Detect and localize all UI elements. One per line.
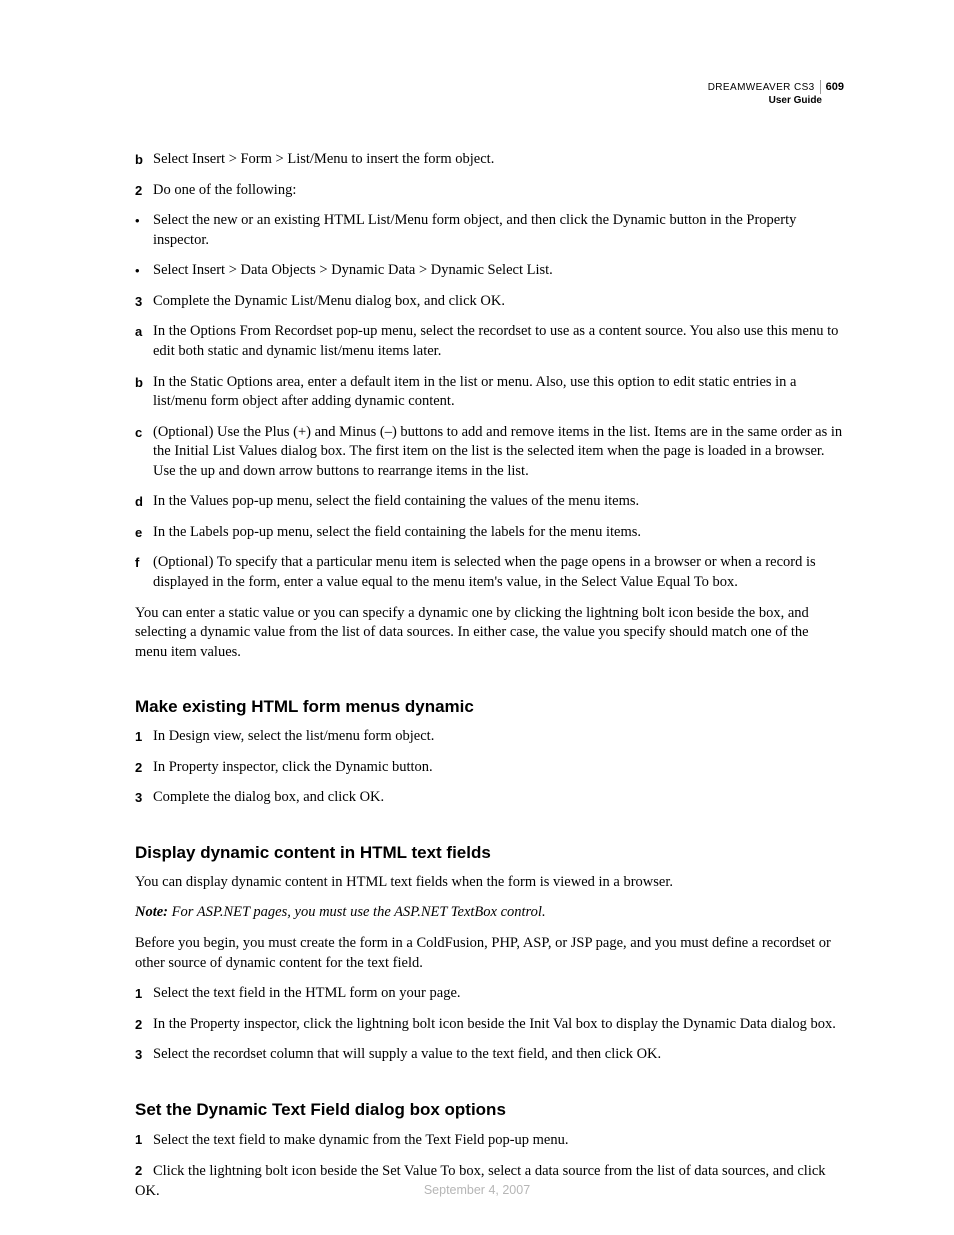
step-text: In the Labels pop-up menu, select the fi… xyxy=(153,523,844,543)
step-2: 2 In the Property inspector, click the l… xyxy=(135,1015,844,1035)
bullet-marker: • xyxy=(135,261,153,281)
step-marker: 3 xyxy=(135,788,153,808)
step-1: 1 Select the text field in the HTML form… xyxy=(135,984,844,1004)
step-marker: 2 xyxy=(135,181,153,201)
note: Note: For ASP.NET pages, you must use th… xyxy=(135,903,844,923)
bullet-text: Select the new or an existing HTML List/… xyxy=(153,211,844,250)
step-marker: c xyxy=(135,423,153,482)
step-marker: 2 xyxy=(135,1015,153,1035)
note-label: Note: xyxy=(135,904,168,920)
bullet-text: Select Insert > Data Objects > Dynamic D… xyxy=(153,261,844,281)
product-name: DREAMWEAVER CS3 xyxy=(708,81,815,94)
substep-d: d In the Values pop-up menu, select the … xyxy=(135,492,844,512)
before-paragraph: Before you begin, you must create the fo… xyxy=(135,934,844,973)
section-heading-make-dynamic: Make existing HTML form menus dynamic xyxy=(135,696,844,719)
step-text: Select the recordset column that will su… xyxy=(153,1045,844,1065)
step-3: 3 Complete the Dynamic List/Menu dialog … xyxy=(135,292,844,312)
closing-paragraph: You can enter a static value or you can … xyxy=(135,604,844,663)
step-marker: 1 xyxy=(135,984,153,1004)
step-marker: 3 xyxy=(135,292,153,312)
step-text: (Optional) To specify that a particular … xyxy=(153,553,844,592)
bullet-item: • Select Insert > Data Objects > Dynamic… xyxy=(135,261,844,281)
step-text: Do one of the following: xyxy=(153,181,844,201)
substep-e: e In the Labels pop-up menu, select the … xyxy=(135,523,844,543)
step-1b: b Select Insert > Form > List/Menu to in… xyxy=(135,150,844,170)
footer-date: September 4, 2007 xyxy=(0,1182,954,1199)
step-text: In Property inspector, click the Dynamic… xyxy=(153,758,844,778)
substep-c: c (Optional) Use the Plus (+) and Minus … xyxy=(135,423,844,482)
section-heading-display-dynamic: Display dynamic content in HTML text fie… xyxy=(135,842,844,865)
step-2: 2 In Property inspector, click the Dynam… xyxy=(135,758,844,778)
bullet-marker: • xyxy=(135,211,153,250)
bullet-item: • Select the new or an existing HTML Lis… xyxy=(135,211,844,250)
step-marker: f xyxy=(135,553,153,592)
step-text: In the Property inspector, click the lig… xyxy=(153,1015,844,1035)
step-text: Complete the Dynamic List/Menu dialog bo… xyxy=(153,292,844,312)
step-text: (Optional) Use the Plus (+) and Minus (–… xyxy=(153,423,844,482)
step-2: 2 Do one of the following: xyxy=(135,181,844,201)
main-content: b Select Insert > Form > List/Menu to in… xyxy=(135,150,844,1201)
step-marker: e xyxy=(135,523,153,543)
step-text: Complete the dialog box, and click OK. xyxy=(153,788,844,808)
step-text: In Design view, select the list/menu for… xyxy=(153,727,844,747)
step-3: 3 Select the recordset column that will … xyxy=(135,1045,844,1065)
note-body: For ASP.NET pages, you must use the ASP.… xyxy=(168,904,546,920)
substep-f: f (Optional) To specify that a particula… xyxy=(135,553,844,592)
step-3: 3 Complete the dialog box, and click OK. xyxy=(135,788,844,808)
step-marker: 2 xyxy=(135,758,153,778)
substep-b: b In the Static Options area, enter a de… xyxy=(135,373,844,412)
section-heading-set-options: Set the Dynamic Text Field dialog box op… xyxy=(135,1099,844,1122)
step-text: In the Values pop-up menu, select the fi… xyxy=(153,492,844,512)
step-marker: 2 xyxy=(135,1161,153,1180)
running-header: DREAMWEAVER CS3 609 User Guide xyxy=(708,80,844,107)
step-text: Select the text field to make dynamic fr… xyxy=(153,1132,569,1148)
step-text: In the Options From Recordset pop-up men… xyxy=(153,322,844,361)
step-marker: b xyxy=(135,150,153,170)
substep-a: a In the Options From Recordset pop-up m… xyxy=(135,322,844,361)
step-marker: 3 xyxy=(135,1045,153,1065)
step-text: Select Insert > Form > List/Menu to inse… xyxy=(153,150,844,170)
intro-paragraph: You can display dynamic content in HTML … xyxy=(135,873,844,893)
page: DREAMWEAVER CS3 609 User Guide b Select … xyxy=(0,0,954,1235)
step-marker: 1 xyxy=(135,1130,153,1149)
step-marker: a xyxy=(135,322,153,361)
page-number: 609 xyxy=(820,80,844,94)
step-1: 1 In Design view, select the list/menu f… xyxy=(135,727,844,747)
step-marker: d xyxy=(135,492,153,512)
guide-label: User Guide xyxy=(708,94,844,107)
step-1: 1Select the text field to make dynamic f… xyxy=(135,1130,844,1151)
step-marker: b xyxy=(135,373,153,412)
step-text: In the Static Options area, enter a defa… xyxy=(153,373,844,412)
step-text: Select the text field in the HTML form o… xyxy=(153,984,844,1004)
step-marker: 1 xyxy=(135,727,153,747)
